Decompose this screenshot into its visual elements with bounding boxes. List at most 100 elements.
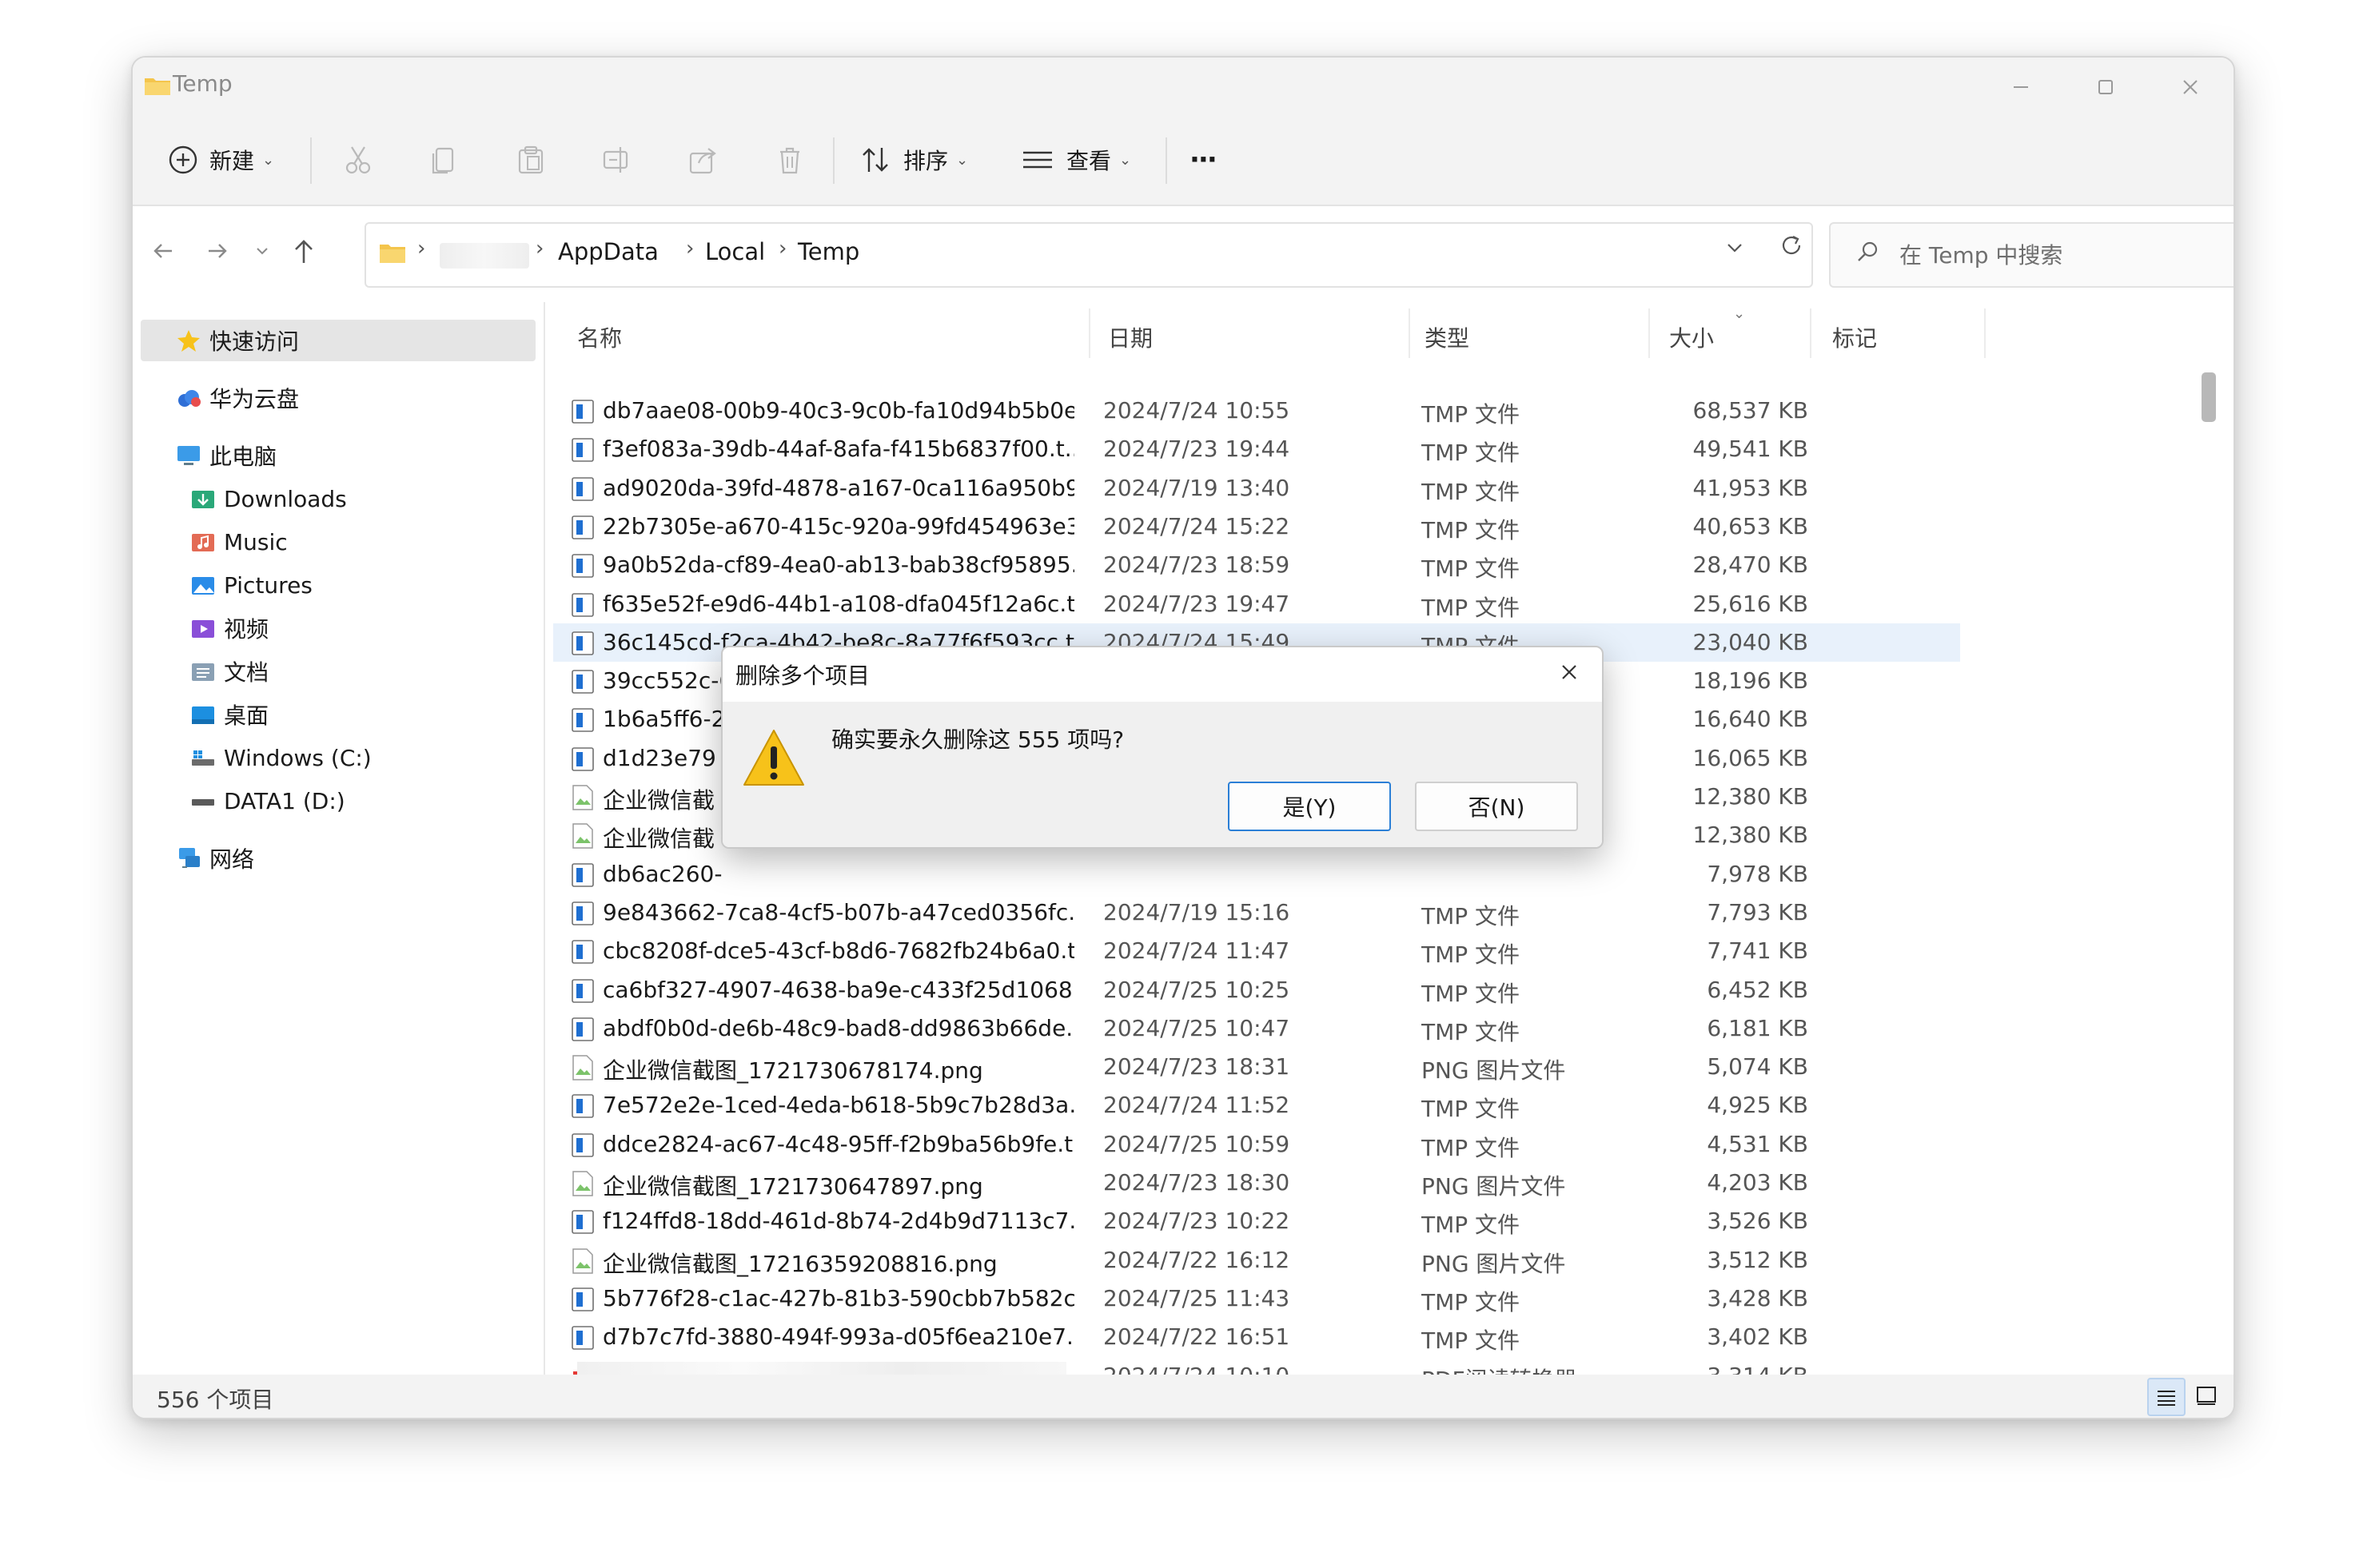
file-size: 7,741 KB [1707,937,1808,965]
breadcrumb-local[interactable]: Local [705,238,765,265]
new-label: 新建 [209,148,255,174]
sidebar-item-label: Downloads [224,485,347,512]
delete-confirm-dialog: 删除多个项目 确实要永久删除这 555 项吗? 是(Y) 否(N) [721,646,1604,849]
sidebar-item-this-pc[interactable]: 此电脑 [176,435,277,476]
column-divider[interactable] [1089,308,1090,358]
file-row[interactable]: ad9020da-39fd-4878-a167-0ca116a950b9... 2… [553,469,1960,507]
yes-button[interactable]: 是(Y) [1228,782,1391,831]
new-button[interactable]: 新建 ⌄ [168,136,274,184]
details-view-button[interactable] [2147,1378,2186,1416]
close-icon [2183,80,2198,94]
file-row[interactable]: 9a0b52da-cf89-4ea0-ab13-bab38cf95895....… [553,546,1960,584]
file-row[interactable]: 企业微信截图_1721730647897.png 2024/7/23 18:30 P… [553,1164,1960,1202]
file-type: TMP 文件 [1421,516,1520,543]
file-row[interactable]: db6ac260- 7,978 KB [553,855,1960,893]
file-size: 5,074 KB [1707,1053,1808,1080]
sidebar-item-huawei-cloud[interactable]: 华为云盘 [176,377,299,419]
no-button[interactable]: 否(N) [1415,782,1578,831]
maximize-button[interactable] [2064,58,2147,117]
file-size: 4,203 KB [1707,1169,1808,1196]
breadcrumb-temp[interactable]: Temp [798,238,859,265]
file-date: 2024/7/24 15:22 [1103,512,1290,539]
sidebar-item-pictures[interactable]: Pictures [190,564,313,606]
paste-button[interactable] [515,136,547,184]
back-button[interactable] [141,229,185,273]
file-row[interactable]: cbc8208f-dce5-43cf-b8d6-7682fb24b6a0.t..… [553,932,1960,970]
minimize-button[interactable] [1979,58,2062,117]
sort-button[interactable]: 排序 ⌄ [860,136,968,184]
search-box[interactable] [1829,222,2234,288]
column-divider[interactable] [1984,308,1986,358]
file-size: 12,380 KB [1692,822,1808,849]
column-header-name[interactable]: 名称 [577,321,622,353]
tmp-file-icon [572,1132,594,1157]
search-input[interactable] [1898,237,2234,273]
file-name: 22b7305e-a670-415c-920a-99fd454963e3... [603,512,1074,539]
refresh-button[interactable] [1779,233,1803,264]
file-row[interactable]: 7e572e2e-1ced-4eda-b618-5b9c7b28d3a... 20… [553,1086,1960,1124]
sidebar-item-drive-d[interactable]: DATA1 (D:) [190,780,345,822]
file-row[interactable]: abdf0b0d-de6b-48c9-bad8-dd9863b66de... 20… [553,1009,1960,1048]
address-bar[interactable]: › › AppData › Local › Temp [365,222,1813,288]
file-row[interactable]: f3ef083a-39db-44af-8afa-f415b6837f00.t..… [553,430,1960,468]
file-size: 28,470 KB [1692,551,1808,579]
column-divider[interactable] [1810,308,1811,358]
rename-button[interactable] [601,136,633,184]
view-button[interactable]: 查看 ⌄ [1022,136,1131,184]
column-divider[interactable] [1648,308,1650,358]
tmp-file-icon [572,1326,594,1350]
address-history-button[interactable] [1725,237,1744,263]
file-row[interactable]: 企业微信截图_17216359208816.png 2024/7/22 16:12… [553,1241,1960,1279]
sidebar-item-label: DATA1 (D:) [224,787,345,814]
column-header-type[interactable]: 类型 [1425,321,1469,353]
warning-icon [743,730,804,786]
status-bar: 556 个项目 [133,1375,2234,1418]
sidebar-item-network[interactable]: 网络 [176,838,254,879]
sidebar-item-downloads[interactable]: Downloads [190,478,347,519]
close-button[interactable] [2149,58,2232,117]
column-header-date[interactable]: 日期 [1108,321,1153,353]
file-row[interactable]: 企业微信截图_1721730678174.png 2024/7/23 18:31 P… [553,1048,1960,1086]
file-row[interactable]: f124ffd8-18dd-461d-8b74-2d4b9d7113c7....… [553,1202,1960,1240]
file-row[interactable]: 9e843662-7ca8-4cf5-b07b-a47ced0356fc....… [553,893,1960,932]
file-name: cbc8208f-dce5-43cf-b8d6-7682fb24b6a0.t..… [603,937,1074,965]
clipboard-icon [518,145,544,174]
forward-button[interactable] [195,229,240,273]
column-header-tag[interactable]: 标记 [1832,321,1877,353]
sidebar-item-quick-access[interactable]: 快速访问 [141,320,536,361]
share-button[interactable] [687,136,719,184]
sidebar-item-desktop[interactable]: 桌面 [190,694,269,735]
copy-button[interactable] [428,136,460,184]
toolbar-divider [1166,137,1167,184]
computer-icon [176,444,201,468]
file-row[interactable]: db7aae08-00b9-40c3-9c0b-fa10d94b5b0e... 2… [553,392,1960,430]
column-header-size[interactable]: 大小 [1669,321,1714,353]
file-row[interactable]: ca6bf327-4907-4638-ba9e-c433f25d1068....… [553,971,1960,1009]
sidebar-item-music[interactable]: Music [190,521,288,563]
sidebar-item-videos[interactable]: 视频 [190,607,269,649]
large-icons-view-button[interactable] [2189,1378,2224,1413]
up-button[interactable] [281,229,326,273]
column-divider[interactable] [1409,308,1410,358]
file-row[interactable]: 5b776f28-c1ac-427b-81b3-590cbb7b582c... 2… [553,1279,1960,1318]
more-options-button[interactable]: ··· [1189,136,1217,184]
breadcrumb-appdata[interactable]: AppData [558,238,659,265]
file-row[interactable]: ddce2824-ac67-4c48-95ff-f2b9ba56b9fe.t..… [553,1125,1960,1164]
sidebar-item-label: 桌面 [224,702,269,729]
videos-icon [190,616,216,640]
delete-button[interactable] [774,136,806,184]
recent-locations-button[interactable] [240,229,285,273]
file-row[interactable]: 22b7305e-a670-415c-920a-99fd454963e3... 2… [553,507,1960,546]
file-date: 2024/7/19 15:16 [1103,898,1290,925]
cut-button[interactable] [342,136,374,184]
file-size: 68,537 KB [1692,397,1808,424]
vertical-scrollbar[interactable] [2202,372,2216,422]
file-row[interactable]: f635e52f-e9d6-44b1-a108-dfa045f12a6c.t..… [553,585,1960,623]
sidebar-item-documents[interactable]: 文档 [190,651,269,692]
dialog-close-button[interactable] [1549,652,1589,692]
file-date: 2024/7/23 18:30 [1103,1169,1290,1196]
file-row[interactable]: d7b7c7fd-3880-494f-993a-d05f6ea210e7....… [553,1318,1960,1356]
sidebar-item-drive-c[interactable]: Windows (C:) [190,737,372,778]
music-icon [190,530,216,554]
chevron-down-icon [257,248,268,255]
